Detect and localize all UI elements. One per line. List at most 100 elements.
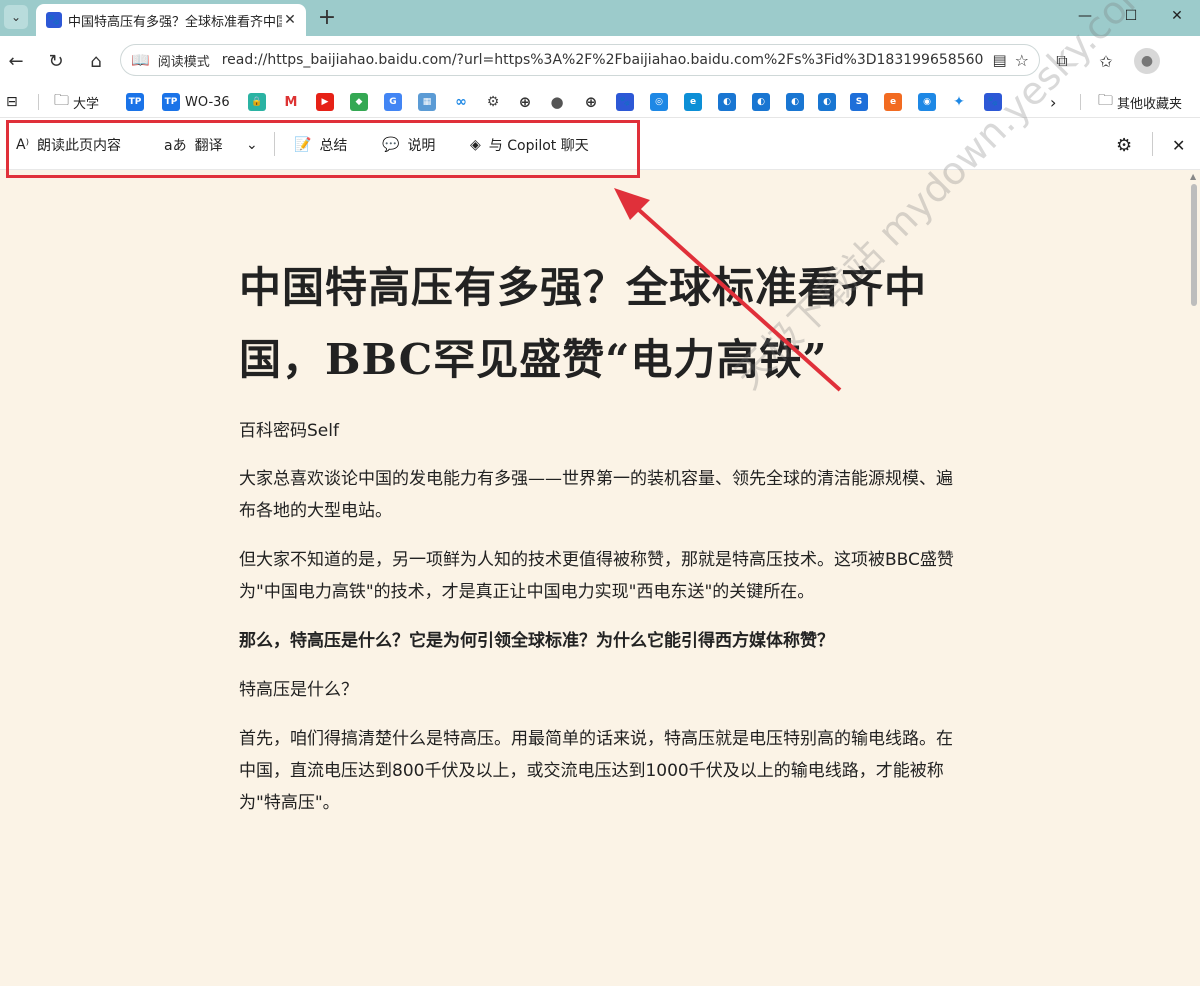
bookmark-calculator[interactable]: ▦ [418,92,441,112]
home-button[interactable]: ⌂ [84,49,108,73]
bookmark-gmail[interactable]: M [282,92,305,112]
bookmark-youtube[interactable]: ▶ [316,92,339,112]
bird-icon: ◐ [818,93,836,111]
bookmark-other-favorites[interactable]: 🗀 其他收藏夹 [1098,91,1182,112]
globe-icon: ⊕ [582,93,600,111]
translate-icon: G [384,93,402,111]
article-subheading: 特高压是什么？ [239,680,358,700]
bookmark-label: WO-36 [185,94,230,110]
arrow-left-icon: ← [8,50,24,72]
youtube-icon: ▶ [316,93,334,111]
article-content: 中国特高压有多强？全球标准看齐中国，BBC罕见盛赞“电力高铁” 百科密码Self… [239,252,959,819]
bookmark-bird-2[interactable]: ◐ [752,92,775,112]
minimize-button[interactable]: — [1062,0,1108,32]
maximize-button[interactable]: ☐ [1108,0,1154,32]
bookmark-wo36[interactable]: TP WO-36 [162,92,230,112]
bookmark-app-a[interactable]: ◎ [650,92,673,112]
close-icon[interactable]: ✕ [282,12,298,28]
circle-app-icon: ◉ [918,93,936,111]
baidu-paw-icon: 🐾 [616,93,634,111]
calculator-icon: ▦ [418,93,436,111]
bird-icon: ◐ [718,93,736,111]
bookmark-s[interactable]: S [850,92,873,112]
toolbar-divider [1152,132,1153,156]
bookmark-globe-3[interactable]: ⊕ [582,92,605,112]
bookmarks-bar: ⊟ 🗀 大学 TP TP WO-36 🔒 M ▶ ◆ G ▦ ∞ ⚙ ⊕ ● ⊕… [0,86,1200,118]
bookmark-divider [38,94,39,110]
active-tab[interactable]: 🐾 中国特高压有多强？全球标准看齐中国 ✕ [36,4,306,36]
tab-title: 中国特高压有多强？全球标准看齐中国 [68,14,282,30]
bookmark-globe-1[interactable]: ⊕ [516,92,539,112]
bookmark-infinity[interactable]: ∞ [452,92,475,112]
puzzle-icon: ⧉ [1056,51,1068,70]
vertical-scrollbar[interactable]: ▲ [1188,170,1200,986]
bookmark-bird-1[interactable]: ◐ [718,92,741,112]
profile-avatar[interactable]: ● [1134,48,1160,74]
address-bar[interactable]: 📖 阅读模式 read://https_baijiahao.baidu.com/… [120,44,1040,76]
scrollbar-thumb[interactable] [1191,184,1197,306]
new-tab-button[interactable]: + [314,4,340,30]
bird-icon: ◐ [752,93,770,111]
minimize-icon: — [1078,8,1092,24]
scroll-up-icon[interactable]: ▲ [1190,172,1196,181]
bookmark-bird-4[interactable]: ◐ [818,92,841,112]
reader-settings-button[interactable]: ⚙ [1116,134,1132,156]
article-paragraph: 但大家不知道的是，另一项鲜为人知的技术更值得被称赞，那就是特高压技术。这项被BB… [239,550,954,602]
baidu-paw-icon: 🐾 [46,12,62,28]
s-icon: S [850,93,868,111]
chevron-down-icon: ⌄ [10,10,22,24]
close-icon: ✕ [1171,8,1183,24]
refresh-icon: ↻ [48,50,64,72]
article-paragraph: 大家总喜欢谈论中国的发电能力有多强——世界第一的装机容量、领先全球的清洁能源规模… [239,469,953,521]
tp-icon: TP [126,93,144,111]
plus-icon: + [317,4,337,30]
person-icon: ● [1140,53,1154,69]
favorite-star-icon[interactable]: ☆ [1015,51,1029,70]
bookmark-bird-3[interactable]: ◐ [786,92,809,112]
bookmark-label: 大学 [73,96,100,112]
favorites-icon: ✩ [1099,51,1113,71]
sparkle-icon: ✦ [950,93,968,111]
tp-icon: TP [162,93,180,111]
close-reader-button[interactable]: ✕ [1172,134,1185,156]
folder-icon: 🗀 [54,90,70,109]
globe-icon: ● [548,93,566,111]
bookmark-baidu[interactable]: 🐾 [616,92,639,112]
close-window-button[interactable]: ✕ [1154,0,1200,32]
bookmark-circle[interactable]: ◉ [918,92,941,112]
bookmark-gear[interactable]: ⚙ [484,92,507,112]
maps-icon: ◆ [350,93,368,111]
annotation-highlight-box [6,120,640,178]
favorites-button[interactable]: ✩ [1094,49,1118,73]
immersive-reader-icon[interactable]: ▤ [992,51,1006,69]
bookmarks-overflow-button[interactable]: › [1050,92,1056,112]
bookmark-lock[interactable]: 🔒 [248,92,271,112]
apps-icon: ⊟ [6,94,18,110]
refresh-button[interactable]: ↻ [44,49,68,73]
bird-icon: ◐ [786,93,804,111]
extensions-button[interactable]: ⧉ [1050,49,1074,73]
bookmark-sparkle[interactable]: ✦ [950,92,973,112]
app-icon: ◎ [650,93,668,111]
gmail-icon: M [282,93,300,111]
bookmark-divider [1080,94,1081,110]
close-icon: ✕ [1172,135,1186,155]
bookmark-e[interactable]: e [884,92,907,112]
reader-mode-icon: 📖 [131,51,150,69]
bookmark-tp[interactable]: TP [126,92,149,112]
bookmark-maps[interactable]: ◆ [350,92,373,112]
article-title: 中国特高压有多强？全球标准看齐中国，BBC罕见盛赞“电力高铁” [239,263,928,384]
bookmark-edge[interactable]: e [684,92,707,112]
tab-actions-menu-button[interactable]: ⌄ [4,5,28,29]
lock-icon: 🔒 [248,93,266,111]
bookmark-apps[interactable]: ⊟ [6,92,18,112]
back-button[interactable]: ← [4,49,28,73]
gear-icon: ⚙ [1116,134,1133,156]
bookmark-folder-daxue[interactable]: 🗀 大学 [54,90,100,112]
bookmark-globe-2[interactable]: ● [548,92,571,112]
bookmark-translate[interactable]: G [384,92,407,112]
browser-toolbar: ← ↻ ⌂ 📖 阅读模式 read://https_baijiahao.baid… [0,36,1200,86]
reader-mode-label: 阅读模式 [157,54,210,70]
bookmark-baidu-2[interactable]: 🐾 [984,92,1007,112]
url-text[interactable]: read://https_baijiahao.baidu.com/?url=ht… [222,52,985,68]
